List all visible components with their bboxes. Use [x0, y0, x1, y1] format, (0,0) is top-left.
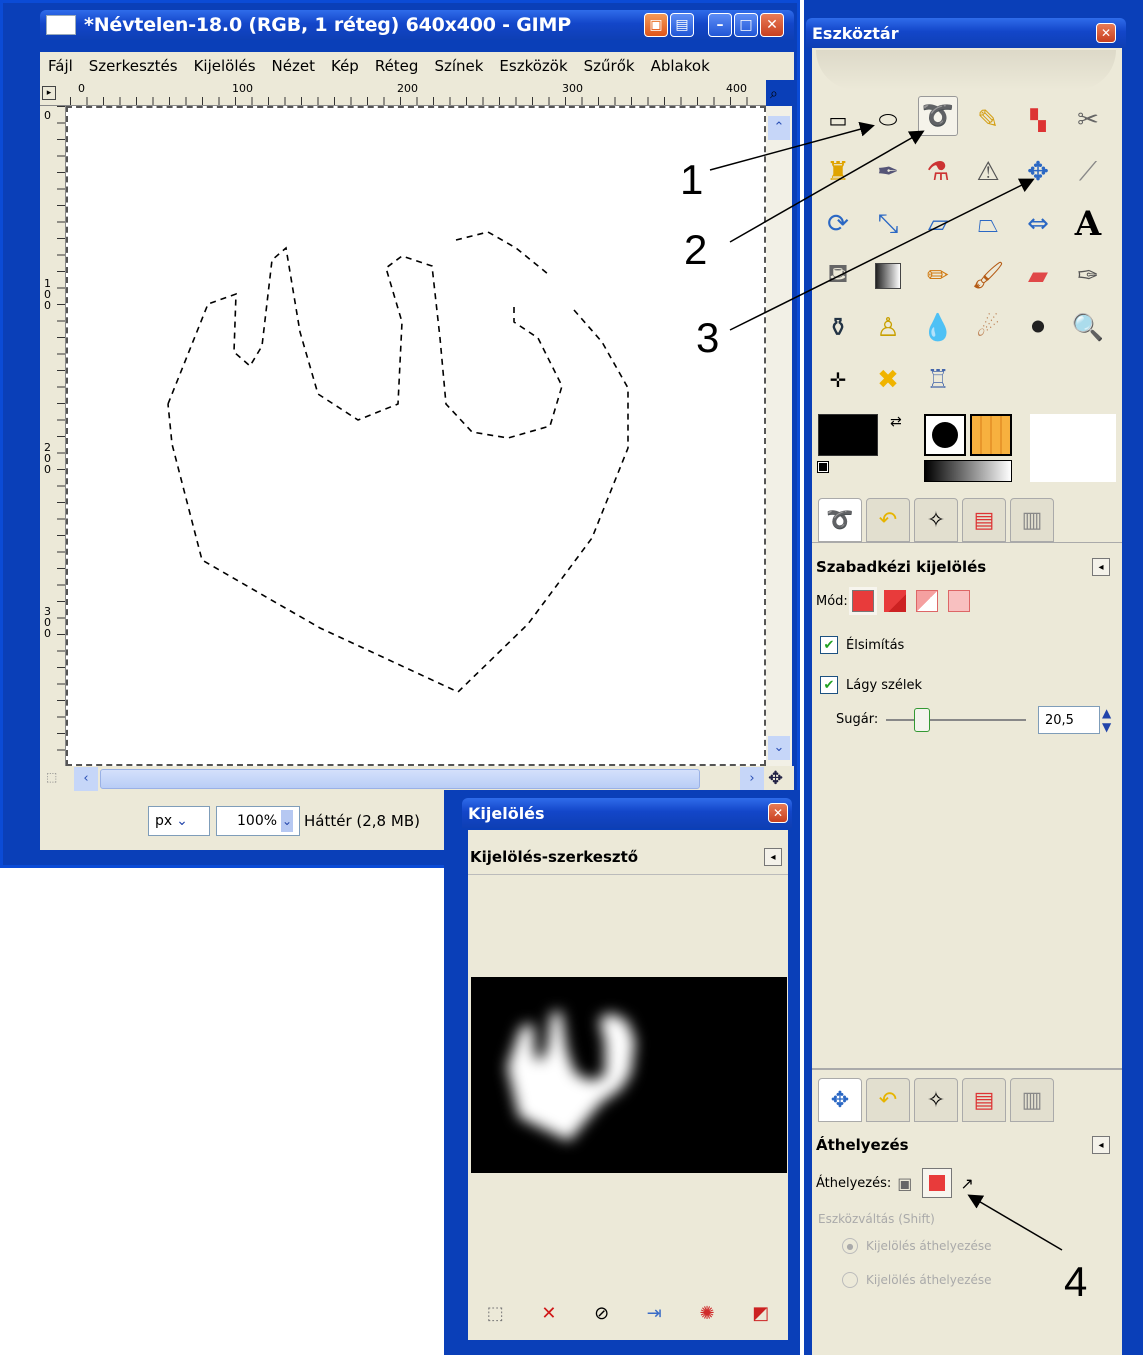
callout-arrow — [729, 178, 1035, 331]
callout-number: 2 — [684, 226, 708, 273]
callout-number: 3 — [696, 314, 720, 361]
callout-number: 4 — [1064, 1258, 1088, 1305]
callout-arrow — [729, 130, 925, 243]
callout-number: 1 — [680, 156, 704, 203]
callout-arrow — [967, 1194, 1063, 1251]
callout-arrow — [709, 121, 875, 171]
callout-arrows — [709, 121, 1063, 1251]
